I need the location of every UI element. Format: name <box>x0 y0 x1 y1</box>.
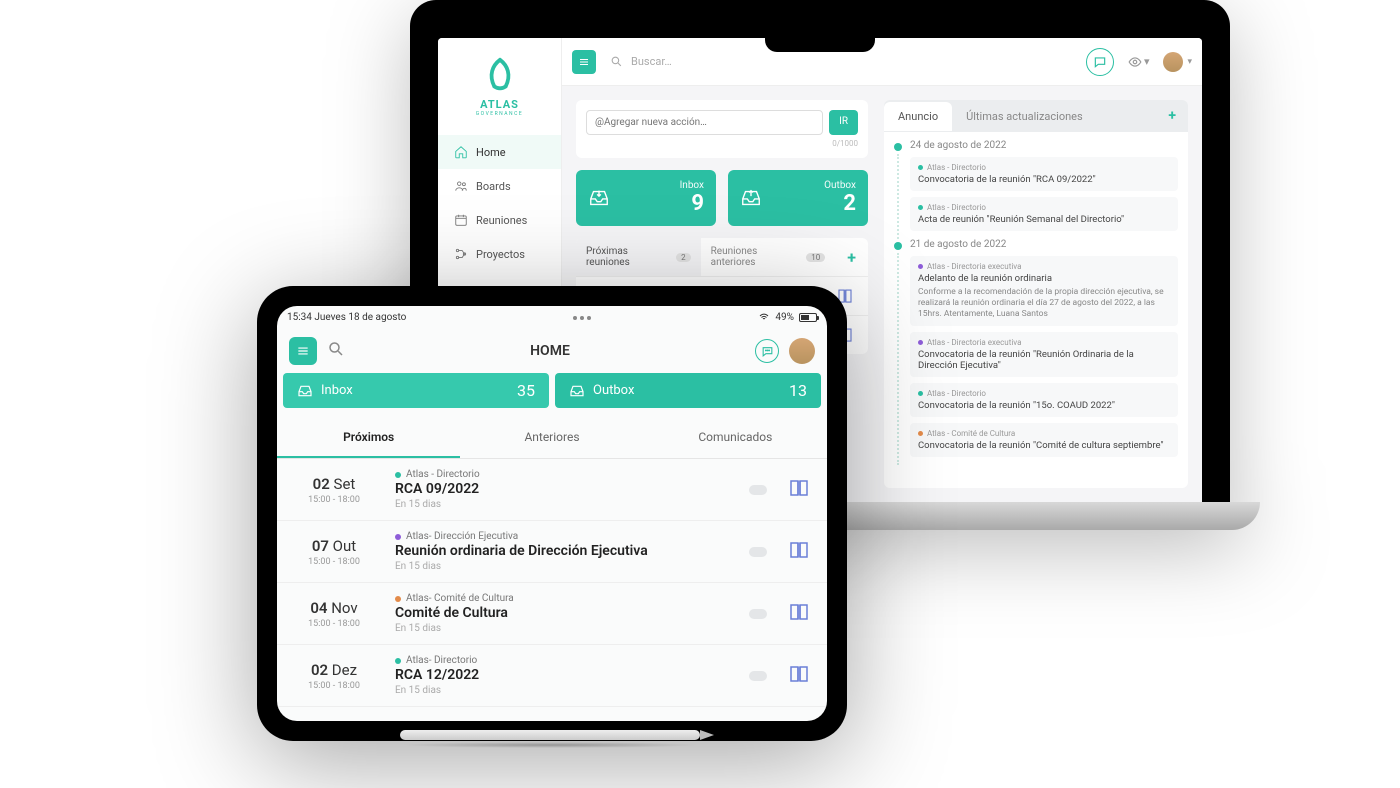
eye-icon <box>1128 55 1142 69</box>
open-book-button[interactable] <box>787 600 811 628</box>
tab-ultimas[interactable]: Últimas actualizaciones <box>952 102 1097 131</box>
user-menu[interactable]: ▾ <box>1163 52 1192 72</box>
status-bar: 15:34 Jueves 18 de agosto 49% <box>277 306 827 329</box>
search-button[interactable] <box>327 340 345 362</box>
announcement-item[interactable]: Atlas - Directoria executivaAdelanto de … <box>910 256 1178 326</box>
meeting-row[interactable]: 02 Dez 15:00 - 18:00 Atlas- Directorio R… <box>277 645 827 707</box>
open-book-button[interactable] <box>787 476 811 504</box>
meeting-row[interactable]: 07 Out 15:00 - 18:00 Atlas- Dirección Ej… <box>277 521 827 583</box>
new-action-input[interactable] <box>586 110 823 135</box>
menu-button[interactable] <box>289 337 317 365</box>
open-book-button[interactable] <box>787 662 811 690</box>
announcement-item[interactable]: Atlas - DirectorioActa de reunión "Reuni… <box>910 197 1178 231</box>
menu-icon <box>578 56 590 68</box>
status-pill <box>749 485 767 495</box>
logo-subtitle: GOVERNANCE <box>438 111 561 117</box>
home-icon <box>454 145 468 159</box>
announcement-feed: 24 de agosto de 2022 Atlas - DirectorioCo… <box>884 132 1188 488</box>
sidebar-item-boards[interactable]: Boards <box>438 169 561 203</box>
chat-icon <box>1093 55 1107 69</box>
sidebar-label-proyectos: Proyectos <box>476 248 525 261</box>
inbox-icon <box>588 187 610 209</box>
battery-icon <box>799 313 817 322</box>
visibility-toggle[interactable]: ▾ <box>1128 55 1150 69</box>
sidebar-item-home[interactable]: Home <box>438 135 561 169</box>
sidebar-item-proyectos[interactable]: Proyectos <box>438 237 561 271</box>
inbox-icon <box>297 383 313 399</box>
search-icon <box>610 55 623 68</box>
tab-upcoming-meetings[interactable]: Próximas reuniones 2 <box>576 238 701 276</box>
menu-toggle-button[interactable] <box>572 50 596 74</box>
page-title: HOME <box>530 343 570 359</box>
status-pill <box>749 671 767 681</box>
meeting-row[interactable]: 04 Nov 15:00 - 18:00 Atlas- Comité de Cu… <box>277 583 827 645</box>
status-pill <box>749 609 767 619</box>
new-action-card: IR 0/1000 <box>576 100 868 158</box>
tab-proximos[interactable]: Próximos <box>277 418 460 458</box>
stylus <box>400 730 700 748</box>
status-pill <box>749 547 767 557</box>
project-icon <box>454 247 468 261</box>
sidebar-nav: Home Boards Reuniones Proyectos <box>438 135 561 271</box>
sidebar-item-reuniones[interactable]: Reuniones <box>438 203 561 237</box>
go-button[interactable]: IR <box>829 110 858 135</box>
meeting-row[interactable]: 02 Set 15:00 - 18:00 Atlas - Directorio … <box>277 459 827 521</box>
announcement-item[interactable]: Atlas - DirectorioConvocatoria de la reu… <box>910 157 1178 191</box>
users-icon <box>454 179 468 193</box>
feed-date: 21 de agosto de 2022 <box>910 239 1178 250</box>
announcement-item[interactable]: Atlas - DirectorioConvocatoria de la reu… <box>910 383 1178 417</box>
outbox-icon <box>569 383 585 399</box>
tab-anuncio[interactable]: Anuncio <box>884 102 952 131</box>
status-dots <box>573 316 591 320</box>
calendar-icon <box>454 213 468 227</box>
inbox-card[interactable]: Inbox 35 <box>283 373 549 408</box>
open-book-button[interactable] <box>787 538 811 566</box>
inbox-card[interactable]: Inbox 9 <box>576 170 716 226</box>
chat-icon <box>761 345 774 358</box>
add-announcement-button[interactable]: + <box>1156 100 1188 132</box>
wifi-icon <box>758 310 770 325</box>
atlas-logo-icon <box>481 56 519 94</box>
meetings-list: 02 Set 15:00 - 18:00 Atlas - Directorio … <box>277 459 827 721</box>
status-time: 15:34 Jueves 18 de agosto <box>287 312 406 323</box>
battery-percent: 49% <box>775 312 794 323</box>
logo-name: ATLAS <box>438 98 561 111</box>
sidebar-label-boards: Boards <box>476 180 511 193</box>
search-input[interactable]: Buscar… <box>610 55 1072 68</box>
tab-comunicados[interactable]: Comunicados <box>644 418 827 458</box>
outbox-card[interactable]: Outbox 2 <box>728 170 868 226</box>
tab-anteriores[interactable]: Anteriores <box>460 418 643 458</box>
avatar <box>1163 52 1183 72</box>
sidebar-label-reuniones: Reuniones <box>476 214 527 227</box>
topbar: Buscar… ▾ ▾ <box>562 38 1202 86</box>
feed-date: 24 de agosto de 2022 <box>910 140 1178 151</box>
tab-previous-meetings[interactable]: Reuniones anteriores 10 <box>701 238 836 276</box>
outbox-icon <box>740 187 762 209</box>
announcement-item[interactable]: Atlas - Comité de CulturaConvocatoria de… <box>910 423 1178 457</box>
logo: ATLAS GOVERNANCE <box>438 38 561 123</box>
outbox-card[interactable]: Outbox 13 <box>555 373 821 408</box>
announcement-item[interactable]: Atlas - Directoria executivaConvocatoria… <box>910 332 1178 377</box>
chat-button[interactable] <box>755 339 779 363</box>
avatar[interactable] <box>789 338 815 364</box>
tablet-mockup: 15:34 Jueves 18 de agosto 49% HOME <box>257 286 847 741</box>
chat-button[interactable] <box>1086 48 1114 76</box>
sidebar-label-home: Home <box>476 146 506 159</box>
char-counter: 0/1000 <box>586 139 858 148</box>
add-meeting-button[interactable]: + <box>835 240 868 275</box>
